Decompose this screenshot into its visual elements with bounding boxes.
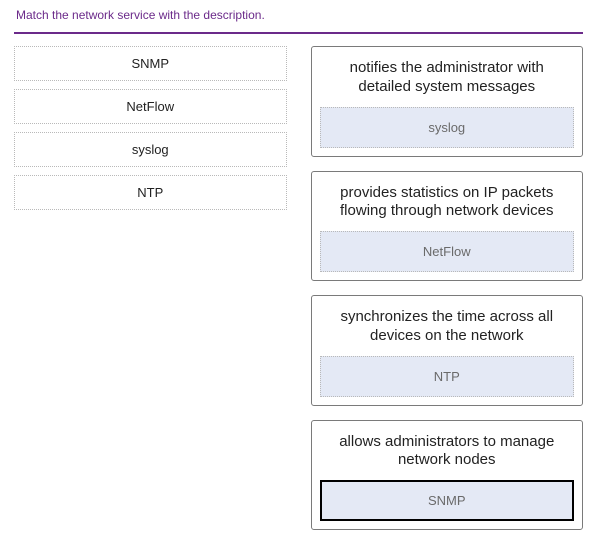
source-ntp[interactable]: NTP (14, 175, 287, 210)
target-description: notifies the administrator with detailed… (320, 55, 575, 107)
target-card-netflow: provides statistics on IP packets flowin… (311, 171, 584, 282)
target-card-snmp: allows administrators to manage network … (311, 420, 584, 531)
source-syslog[interactable]: syslog (14, 132, 287, 167)
source-snmp[interactable]: SNMP (14, 46, 287, 81)
dropzone-ntp[interactable]: NTP (320, 356, 575, 397)
dropzone-syslog[interactable]: syslog (320, 107, 575, 148)
target-description: allows administrators to manage network … (320, 429, 575, 481)
target-card-syslog: notifies the administrator with detailed… (311, 46, 584, 157)
instruction-text: Match the network service with the descr… (16, 8, 583, 22)
divider (14, 32, 583, 34)
target-list: notifies the administrator with detailed… (311, 46, 584, 544)
source-netflow[interactable]: NetFlow (14, 89, 287, 124)
dropzone-netflow[interactable]: NetFlow (320, 231, 575, 272)
target-description: provides statistics on IP packets flowin… (320, 180, 575, 232)
source-list: SNMP NetFlow syslog NTP (14, 46, 287, 218)
target-description: synchronizes the time across all devices… (320, 304, 575, 356)
target-card-ntp: synchronizes the time across all devices… (311, 295, 584, 406)
dropzone-snmp[interactable]: SNMP (320, 480, 575, 521)
matching-area: SNMP NetFlow syslog NTP notifies the adm… (14, 46, 583, 544)
